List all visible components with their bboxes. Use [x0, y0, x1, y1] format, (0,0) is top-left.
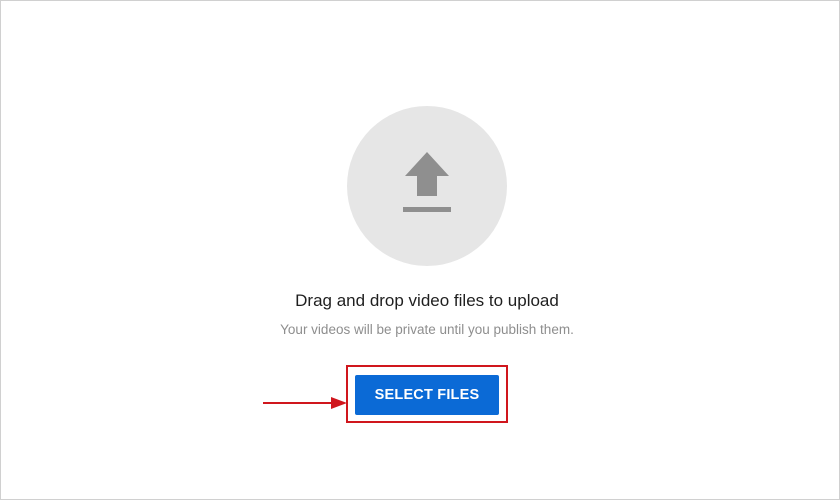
upload-drop-zone[interactable]: [347, 106, 507, 266]
right-arrow-icon: [263, 397, 347, 409]
upload-dialog: Drag and drop video files to upload Your…: [0, 0, 840, 500]
upload-subtitle: Your videos will be private until you pu…: [280, 322, 574, 337]
select-files-button[interactable]: SELECT FILES: [355, 375, 499, 415]
upload-arrow-icon: [403, 152, 451, 212]
upload-title: Drag and drop video files to upload: [295, 291, 559, 310]
